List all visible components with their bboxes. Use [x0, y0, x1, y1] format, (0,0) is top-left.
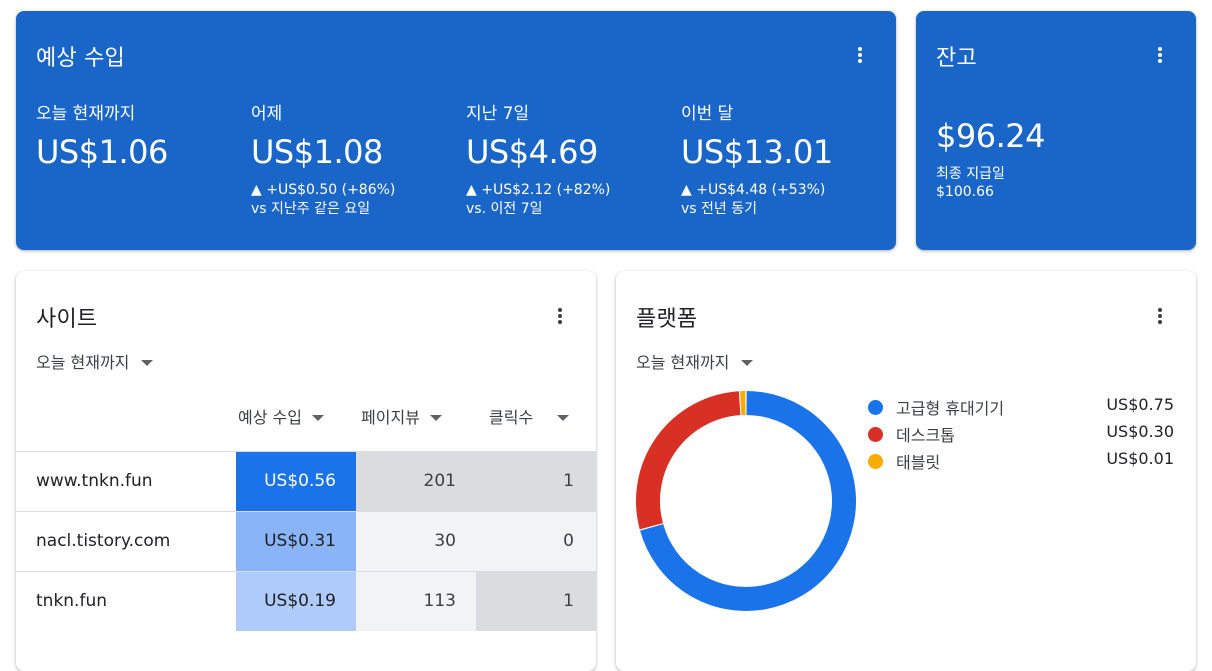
stat-value: US$1.06: [36, 133, 168, 171]
site-name: www.tnkn.fun: [16, 452, 236, 511]
sites-more-icon[interactable]: [548, 302, 572, 330]
last-payment-label: 최종 지급일: [936, 163, 1005, 183]
legend-label: 데스크톱: [896, 422, 955, 446]
period-label: 오늘 현재까지: [636, 353, 729, 372]
stat-value: US$4.69: [466, 133, 610, 171]
stat-compare: vs 전년 동기: [681, 200, 833, 219]
stat-change: ▲ +US$4.48 (+53%): [681, 181, 833, 200]
site-name: tnkn.fun: [16, 572, 236, 631]
clicks-cell: 1: [476, 572, 596, 631]
stat-label: 어제: [251, 99, 395, 123]
earnings-title: 예상 수입: [36, 40, 125, 72]
column-header-revenue[interactable]: 예상 수입: [238, 404, 324, 438]
sites-title: 사이트: [36, 301, 97, 333]
chevron-down-icon: [430, 415, 442, 421]
site-name: nacl.tistory.com: [16, 512, 236, 571]
stat-yesterday[interactable]: 어제 US$1.08 ▲ +US$0.50 (+86%) vs 지난주 같은 요…: [251, 99, 395, 219]
stat-label: 이번 달: [681, 99, 833, 123]
balance-value: $96.24: [936, 117, 1045, 155]
column-label: 클릭수: [489, 408, 533, 427]
pageviews-cell: 30: [356, 512, 476, 571]
column-header-pageviews[interactable]: 페이지뷰: [361, 404, 442, 438]
estimated-earnings-card: 예상 수입 오늘 현재까지 US$1.06 어제 US$1.08 ▲ +US$0…: [16, 11, 896, 250]
donut-slice-desktop[interactable]: [648, 403, 740, 526]
stat-today[interactable]: 오늘 현재까지 US$1.06: [36, 99, 168, 171]
table-row[interactable]: www.tnkn.fun US$0.56 201 1: [16, 451, 596, 511]
legend-swatch: [868, 454, 883, 469]
chevron-down-icon: [141, 360, 153, 366]
column-label: 페이지뷰: [361, 408, 420, 427]
stat-label: 오늘 현재까지: [36, 99, 168, 123]
sites-period-dropdown[interactable]: 오늘 현재까지: [36, 349, 153, 373]
column-label: 예상 수입: [238, 408, 302, 427]
legend-value: US$0.30: [1106, 422, 1174, 441]
stat-change: ▲ +US$0.50 (+86%): [251, 181, 395, 200]
legend-item-mobile[interactable]: 고급형 휴대기기 US$0.75: [868, 395, 1178, 419]
table-row[interactable]: tnkn.fun US$0.19 113 1: [16, 571, 596, 631]
revenue-cell: US$0.31: [236, 512, 356, 571]
legend-swatch: [868, 427, 883, 442]
last-payment-value: $100.66: [936, 184, 994, 200]
balance-card: 잔고 $96.24 최종 지급일 $100.66: [916, 11, 1196, 250]
platform-donut-chart[interactable]: [630, 385, 862, 617]
stat-change: ▲ +US$2.12 (+82%): [466, 181, 610, 200]
chevron-down-icon: [312, 415, 324, 421]
stat-this-month[interactable]: 이번 달 US$13.01 ▲ +US$4.48 (+53%) vs 전년 동기: [681, 99, 833, 219]
period-label: 오늘 현재까지: [36, 353, 129, 372]
stat-value: US$13.01: [681, 133, 833, 171]
stat-value: US$1.08: [251, 133, 395, 171]
stat-compare: vs. 이전 7일: [466, 200, 610, 219]
table-row[interactable]: nacl.tistory.com US$0.31 30 0: [16, 511, 596, 571]
platform-title: 플랫폼: [636, 301, 697, 333]
clicks-cell: 1: [476, 452, 596, 511]
legend-item-tablet[interactable]: 태블릿 US$0.01: [868, 449, 1178, 473]
pageviews-cell: 113: [356, 572, 476, 631]
chevron-down-icon: [557, 415, 569, 421]
legend-item-desktop[interactable]: 데스크톱 US$0.30: [868, 422, 1178, 446]
stat-compare: vs 지난주 같은 요일: [251, 200, 395, 219]
legend-label: 태블릿: [896, 449, 940, 473]
earnings-more-icon[interactable]: [848, 41, 872, 69]
pageviews-cell: 201: [356, 452, 476, 511]
balance-title: 잔고: [936, 40, 977, 72]
platform-period-dropdown[interactable]: 오늘 현재까지: [636, 349, 753, 373]
legend-value: US$0.01: [1106, 449, 1174, 468]
column-header-clicks[interactable]: 클릭수: [489, 404, 569, 438]
stat-label: 지난 7일: [466, 99, 610, 123]
balance-more-icon[interactable]: [1148, 41, 1172, 69]
revenue-cell: US$0.56: [236, 452, 356, 511]
legend-value: US$0.75: [1106, 395, 1174, 414]
legend-swatch: [868, 400, 883, 415]
clicks-cell: 0: [476, 512, 596, 571]
chevron-down-icon: [741, 360, 753, 366]
revenue-cell: US$0.19: [236, 572, 356, 631]
platform-more-icon[interactable]: [1148, 302, 1172, 330]
legend-label: 고급형 휴대기기: [896, 395, 1004, 419]
stat-last-7-days[interactable]: 지난 7일 US$4.69 ▲ +US$2.12 (+82%) vs. 이전 7…: [466, 99, 610, 219]
